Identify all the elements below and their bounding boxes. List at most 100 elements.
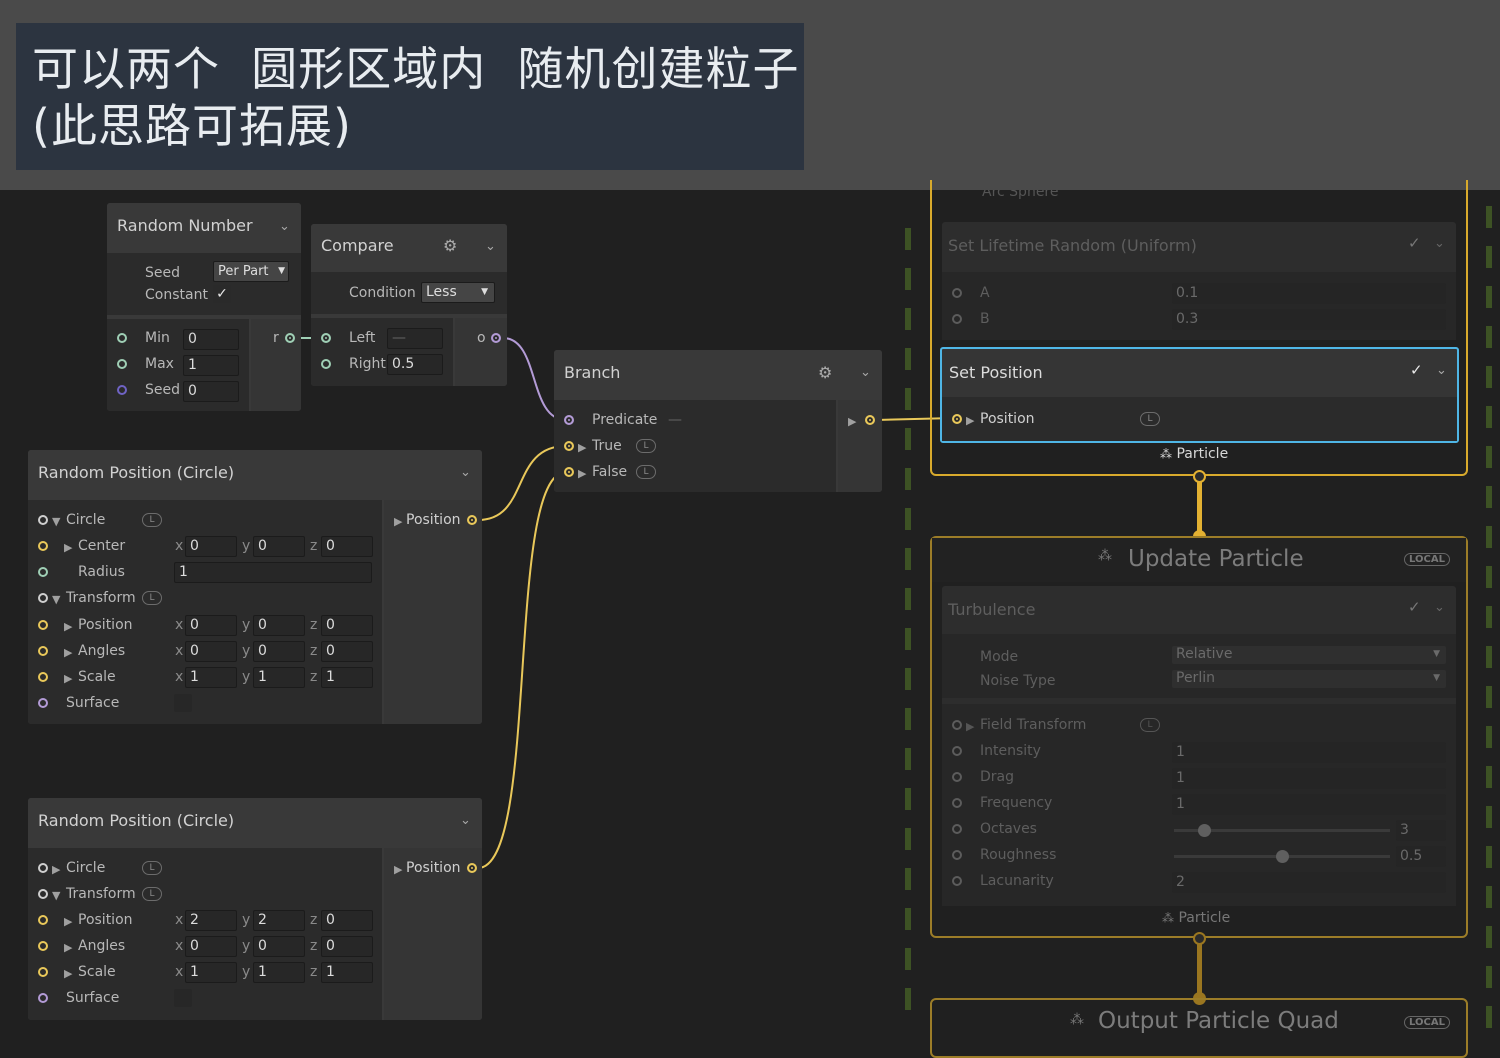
local-space-icon[interactable]: L bbox=[142, 861, 162, 875]
seed-mode-dropdown[interactable]: Per Part ▼ bbox=[213, 261, 289, 282]
intensity-field[interactable]: 1 bbox=[1172, 742, 1446, 763]
position-z-field[interactable]: 0 bbox=[321, 910, 373, 931]
angles-y-field[interactable]: 0 bbox=[253, 936, 305, 957]
constant-checkbox[interactable]: ✓ bbox=[213, 285, 231, 303]
expand-arrow-icon[interactable]: ▶ bbox=[64, 915, 72, 928]
local-space-icon[interactable]: L bbox=[142, 591, 162, 605]
flow-output-port[interactable] bbox=[1193, 470, 1206, 483]
local-space-icon[interactable]: L bbox=[1140, 412, 1160, 426]
chevron-down-icon[interactable]: ⌄ bbox=[1436, 363, 1447, 378]
collapse-arrow-icon[interactable]: ▼ bbox=[52, 515, 60, 528]
chevron-down-icon[interactable]: ⌄ bbox=[460, 465, 471, 480]
chevron-down-icon[interactable]: ⌄ bbox=[1434, 236, 1445, 251]
octaves-field[interactable]: 3 bbox=[1396, 820, 1446, 841]
a-field[interactable]: 0.1 bbox=[1172, 283, 1446, 304]
branch-node[interactable]: Branch ⚙ ⌄ Predicate — ▶ True L ▶ False … bbox=[554, 350, 882, 492]
local-space-icon[interactable]: L bbox=[142, 513, 162, 527]
left-input-port[interactable] bbox=[321, 333, 331, 343]
expand-arrow-icon[interactable]: ▶ bbox=[64, 646, 72, 659]
predicate-input-port[interactable] bbox=[564, 415, 574, 425]
update-context[interactable]: ⁂ Update Particle LOCAL Turbulence ✓ ⌄ M… bbox=[930, 536, 1468, 938]
scale-input-port[interactable] bbox=[38, 672, 48, 682]
radius-field[interactable]: 1 bbox=[174, 562, 372, 583]
b-field[interactable]: 0.3 bbox=[1172, 309, 1446, 330]
transform-input-port[interactable] bbox=[38, 889, 48, 899]
expand-arrow-icon[interactable]: ▶ bbox=[52, 863, 60, 876]
gear-icon[interactable]: ⚙ bbox=[443, 236, 457, 255]
scale-y-field[interactable]: 1 bbox=[253, 962, 305, 983]
node-header[interactable]: Random Number bbox=[107, 203, 301, 251]
center-input-port[interactable] bbox=[38, 541, 48, 551]
center-z-field[interactable]: 0 bbox=[321, 536, 373, 557]
expand-arrow-icon[interactable]: ▶ bbox=[64, 620, 72, 633]
position-x-field[interactable]: 2 bbox=[185, 910, 237, 931]
min-field[interactable]: 0 bbox=[183, 329, 239, 350]
position-y-field[interactable]: 0 bbox=[253, 615, 305, 636]
set-position-block[interactable]: Set Position ✓ ⌄ ▶ Position L bbox=[940, 347, 1459, 443]
scale-z-field[interactable]: 1 bbox=[321, 962, 373, 983]
set-lifetime-block[interactable]: Set Lifetime Random (Uniform) ✓ ⌄ A 0.1 … bbox=[942, 222, 1456, 340]
scale-z-field[interactable]: 1 bbox=[321, 667, 373, 688]
roughness-slider-knob[interactable] bbox=[1276, 850, 1289, 863]
local-space-icon[interactable]: L bbox=[636, 465, 656, 479]
seed-field[interactable]: 0 bbox=[183, 381, 239, 402]
expand-arrow-icon[interactable]: ▶ bbox=[966, 720, 974, 733]
radius-input-port[interactable] bbox=[38, 567, 48, 577]
chevron-down-icon[interactable]: ⌄ bbox=[460, 813, 471, 828]
roughness-slider-track[interactable] bbox=[1174, 850, 1390, 863]
position-x-field[interactable]: 0 bbox=[185, 615, 237, 636]
max-field[interactable]: 1 bbox=[183, 355, 239, 376]
angles-x-field[interactable]: 0 bbox=[185, 641, 237, 662]
octaves-input-port[interactable] bbox=[952, 824, 962, 834]
local-badge[interactable]: LOCAL bbox=[1404, 1016, 1450, 1029]
enabled-check-icon[interactable]: ✓ bbox=[1408, 598, 1421, 616]
compare-node[interactable]: Compare ⚙ ⌄ Condition Less ▼ Left — Right… bbox=[311, 224, 507, 386]
position-output-port[interactable] bbox=[467, 515, 477, 525]
center-y-field[interactable]: 0 bbox=[253, 536, 305, 557]
frequency-input-port[interactable] bbox=[952, 798, 962, 808]
scale-y-field[interactable]: 1 bbox=[253, 667, 305, 688]
drag-input-port[interactable] bbox=[952, 772, 962, 782]
frequency-field[interactable]: 1 bbox=[1172, 794, 1446, 815]
gear-icon[interactable]: ⚙ bbox=[818, 363, 832, 382]
r-output-port[interactable] bbox=[285, 333, 295, 343]
expand-arrow-icon[interactable]: ▶ bbox=[64, 672, 72, 685]
condition-dropdown[interactable]: Less ▼ bbox=[421, 282, 495, 303]
random-number-node[interactable]: Random Number ⌄ Seed Per Part ▼ Constant … bbox=[107, 203, 301, 411]
expand-arrow-icon[interactable]: ▶ bbox=[394, 515, 402, 528]
enabled-check-icon[interactable]: ✓ bbox=[1408, 234, 1421, 252]
intensity-input-port[interactable] bbox=[952, 746, 962, 756]
max-input-port[interactable] bbox=[117, 359, 127, 369]
a-input-port[interactable] bbox=[952, 288, 962, 298]
random-position-circle-node-2[interactable]: Random Position (Circle) ⌄ ▶ Circle L ▼ … bbox=[28, 798, 482, 1020]
expand-arrow-icon[interactable]: ▶ bbox=[578, 441, 586, 454]
angles-input-port[interactable] bbox=[38, 646, 48, 656]
true-input-port[interactable] bbox=[564, 441, 574, 451]
position-input-port[interactable] bbox=[38, 620, 48, 630]
center-x-field[interactable]: 0 bbox=[185, 536, 237, 557]
scale-x-field[interactable]: 1 bbox=[185, 667, 237, 688]
turbulence-block[interactable]: Turbulence ✓ ⌄ Mode Relative ▼ Noise Type… bbox=[942, 586, 1456, 906]
surface-input-port[interactable] bbox=[38, 698, 48, 708]
false-input-port[interactable] bbox=[564, 467, 574, 477]
position-input-port[interactable] bbox=[952, 414, 962, 424]
local-space-icon[interactable]: L bbox=[142, 887, 162, 901]
chevron-down-icon[interactable]: ⌄ bbox=[279, 219, 290, 234]
angles-z-field[interactable]: 0 bbox=[321, 641, 373, 662]
noise-type-dropdown[interactable]: Perlin ▼ bbox=[1172, 670, 1446, 688]
drag-field[interactable]: 1 bbox=[1172, 768, 1446, 789]
surface-input-port[interactable] bbox=[38, 993, 48, 1003]
node-header[interactable]: Branch bbox=[554, 350, 882, 398]
expand-arrow-icon[interactable]: ▶ bbox=[64, 541, 72, 554]
node-header[interactable]: Compare bbox=[311, 224, 507, 270]
local-space-icon[interactable]: L bbox=[636, 439, 656, 453]
local-badge[interactable]: LOCAL bbox=[1404, 553, 1450, 566]
min-input-port[interactable] bbox=[117, 333, 127, 343]
octaves-slider-track[interactable] bbox=[1174, 824, 1390, 837]
angles-input-port[interactable] bbox=[38, 941, 48, 951]
chevron-down-icon[interactable]: ⌄ bbox=[485, 239, 496, 254]
angles-x-field[interactable]: 0 bbox=[185, 936, 237, 957]
chevron-down-icon[interactable]: ⌄ bbox=[1434, 600, 1445, 615]
chevron-down-icon[interactable]: ⌄ bbox=[860, 365, 871, 380]
circle-input-port[interactable] bbox=[38, 515, 48, 525]
